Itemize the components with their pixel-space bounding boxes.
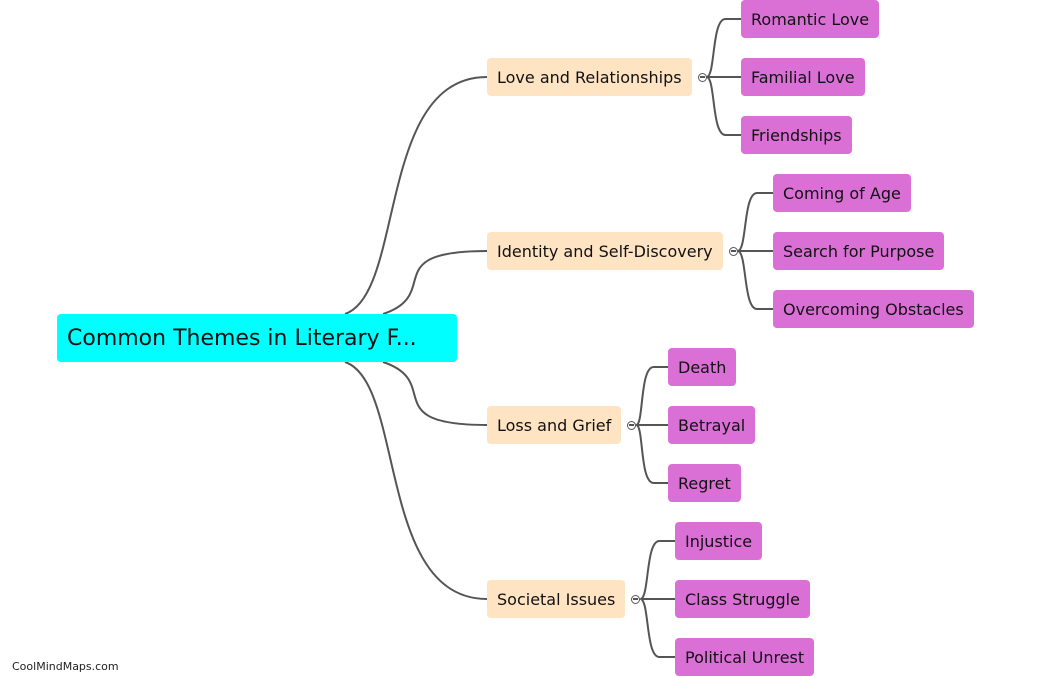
leaf-coming-of-age[interactable]: Coming of Age [773, 174, 911, 212]
branch-identity-and-self-discovery[interactable]: Identity and Self-Discovery [487, 232, 723, 270]
leaf-romantic-love[interactable]: Romantic Love [741, 0, 880, 38]
branch-societal-issues[interactable]: Societal Issues [487, 580, 626, 618]
leaf-label: Overcoming Obstacles [783, 299, 964, 319]
leaf-label: Injustice [685, 531, 753, 551]
branch-to-leaf-link [706, 76, 741, 136]
branch-to-leaf-link [737, 250, 773, 310]
branch-to-leaf-link [639, 598, 675, 658]
root-node[interactable]: Common Themes in Literary F... [57, 314, 457, 362]
leaf-label: Search for Purpose [783, 241, 935, 261]
leaf-friendships[interactable]: Friendships [741, 116, 852, 154]
root-to-branch-link [382, 361, 488, 426]
leaf-injustice[interactable]: Injustice [675, 522, 763, 560]
leaf-label: Friendships [751, 125, 842, 145]
leaf-familial-love[interactable]: Familial Love [741, 58, 865, 96]
leaf-label: Regret [678, 473, 731, 493]
leaf-betrayal[interactable]: Betrayal [668, 406, 756, 444]
leaf-overcoming-obstacles[interactable]: Overcoming Obstacles [773, 290, 974, 328]
leaf-label: Betrayal [678, 415, 746, 435]
branch-label: Societal Issues [497, 589, 616, 609]
leaf-label: Romantic Love [751, 9, 870, 29]
collapse-toggle-icon[interactable] [728, 246, 738, 256]
leaf-death[interactable]: Death [668, 348, 737, 386]
branch-label: Love and Relationships [497, 67, 682, 87]
branch-to-leaf-link [635, 366, 668, 426]
branch-loss-and-grief[interactable]: Loss and Grief [487, 406, 622, 444]
root-label: Common Themes in Literary F... [67, 325, 417, 351]
leaf-label: Familial Love [751, 67, 855, 87]
branch-label: Identity and Self-Discovery [497, 241, 713, 261]
branch-label: Loss and Grief [497, 415, 612, 435]
leaf-label: Death [678, 357, 727, 377]
branch-to-leaf-link [639, 540, 675, 600]
leaf-class-struggle[interactable]: Class Struggle [675, 580, 810, 618]
collapse-toggle-icon[interactable] [697, 72, 707, 82]
leaf-search-for-purpose[interactable]: Search for Purpose [773, 232, 945, 270]
leaf-regret[interactable]: Regret [668, 464, 741, 502]
watermark: CoolMindMaps.com [12, 660, 119, 673]
branch-love-and-relationships[interactable]: Love and Relationships [487, 58, 692, 96]
leaf-label: Political Unrest [685, 647, 805, 667]
branch-to-leaf-link [706, 18, 741, 78]
leaf-label: Class Struggle [685, 589, 800, 609]
leaf-label: Coming of Age [783, 183, 901, 203]
collapse-toggle-icon[interactable] [631, 594, 641, 604]
leaf-political-unrest[interactable]: Political Unrest [675, 638, 815, 676]
collapse-toggle-icon[interactable] [627, 420, 637, 430]
root-to-branch-link [382, 250, 488, 315]
branch-to-leaf-link [737, 192, 773, 252]
branch-to-leaf-link [635, 424, 668, 484]
